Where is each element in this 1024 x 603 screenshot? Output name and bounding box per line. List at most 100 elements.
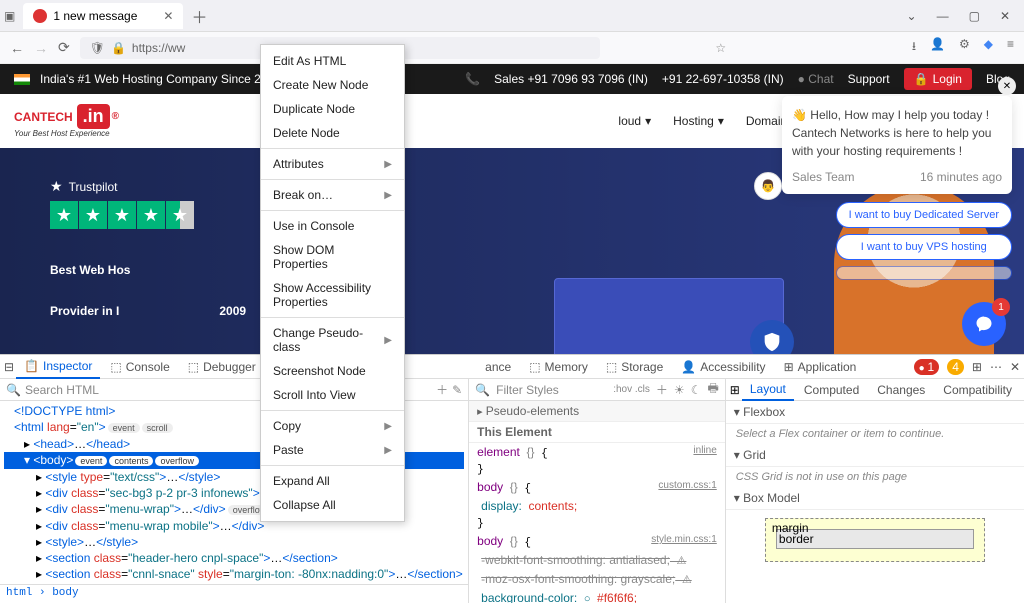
tab-memory[interactable]: ⬚ Memory [521,356,596,378]
menu-icon[interactable]: ≡ [1007,37,1014,58]
notification-badge: 1 [992,298,1010,316]
tab-layout[interactable]: Layout [742,379,794,401]
tab-console[interactable]: ⬚ Console [102,356,177,378]
tab-performance[interactable]: ance [477,356,519,378]
tab-changes[interactable]: Changes [869,380,933,400]
context-menu-item[interactable]: Expand All [261,469,404,493]
context-menu-item[interactable]: Delete Node [261,121,404,145]
chat-option-dedicated[interactable]: I want to buy Dedicated Server [836,202,1012,228]
support-link[interactable]: Support [848,72,890,86]
tab-debugger[interactable]: ⬚ Debugger [180,356,264,378]
url-text: https://ww [132,41,185,55]
minimize-icon[interactable]: — [937,9,949,23]
context-menu-item[interactable]: Show Accessibility Properties [261,276,404,314]
chat-message: 👋 Hello, How may I help you today ! Cant… [792,106,1002,160]
nav-cloud[interactable]: loud ▾ [618,114,651,128]
context-menu-item[interactable]: Edit As HTML [261,49,404,73]
boxmodel-section[interactable]: ▾ Box Model [726,487,1024,510]
chat-launcher[interactable]: 1 [962,302,1006,346]
context-menu-item[interactable]: Break on…▶ [261,183,404,207]
context-menu-item[interactable]: Screenshot Node [261,359,404,383]
india-flag-icon [14,74,30,85]
avatar-icon: 👨 [754,172,782,200]
styles-panel: 🔍 Filter Styles:hov .cls＋☀☾🖶 ▸ Pseudo-el… [469,379,726,603]
announcement-bar: India's #1 Web Hosting Company Since 200… [0,64,1024,94]
tab-computed[interactable]: Computed [796,380,867,400]
new-tab-button[interactable]: ＋ [191,4,207,28]
chat-close-icon[interactable]: ✕ [998,77,1016,95]
layout-tabs: ⊞ Layout Computed Changes Compatibility [726,379,1024,401]
download-icon[interactable]: ⭳ [912,37,916,58]
tab-inspector[interactable]: 📋 Inspector [16,355,100,379]
context-menu-item[interactable]: Scroll Into View [261,383,404,407]
tab-application[interactable]: ⊞ Application [776,356,865,378]
devtools-panel: ⊟ 📋 Inspector ⬚ Console ⬚ Debugger ↑↓ Ne… [0,354,1024,540]
context-menu-item[interactable]: Paste▶ [261,438,404,462]
phone-icon: 📞 [465,72,480,86]
more-icon[interactable]: ⋯ [990,360,1002,374]
styles-filter[interactable]: 🔍 Filter Styles:hov .cls＋☀☾🖶 [469,379,725,401]
responsive-icon[interactable]: ⊞ [972,360,982,374]
nav-hosting[interactable]: Hosting ▾ [673,114,724,128]
this-element-section: This Element [469,422,725,443]
favicon-icon [33,9,47,23]
url-bar: ← → ⟳ 🛡 🔒 https://ww ☆ ⭳ 👤 ⚙ ◆ ≡ [0,32,1024,64]
context-menu-item[interactable]: Use in Console [261,214,404,238]
sidebar-toggle-icon[interactable]: ▣ [4,9,15,23]
panel-toggle-icon[interactable]: ⊞ [730,383,740,397]
devtools-tab-bar: ⊟ 📋 Inspector ⬚ Console ⬚ Debugger ↑↓ Ne… [0,355,1024,379]
context-menu-item[interactable]: Show DOM Properties [261,238,404,276]
account-icon[interactable]: 👤 [930,37,945,58]
back-button[interactable]: ← [10,40,24,56]
dom-breadcrumb[interactable]: html › body [0,584,468,602]
error-count[interactable]: ● 1 [914,359,940,375]
grid-section[interactable]: ▾ Grid [726,444,1024,467]
pseudo-section[interactable]: ▸ Pseudo-elements [469,401,725,422]
tab-accessibility[interactable]: 👤 Accessibility [673,356,773,378]
chat-option-more[interactable] [836,266,1012,280]
warning-count[interactable]: 4 [947,359,964,375]
context-menu-item[interactable]: Attributes▶ [261,152,404,176]
close-icon[interactable]: ✕ [163,9,173,23]
tab-title: 1 new message [53,9,137,23]
context-menu: Edit As HTMLCreate New NodeDuplicate Nod… [260,44,405,522]
lock-icon: 🔒 [111,41,126,55]
chat-link[interactable]: ● Chat [798,72,834,86]
close-window-icon[interactable]: ✕ [1000,9,1010,23]
context-menu-item[interactable]: Copy▶ [261,414,404,438]
browser-tab-bar: ▣ 1 new message ✕ ＋ ⌄ — ▢ ✕ [0,0,1024,32]
extension-icon[interactable]: ⚙ [959,37,970,58]
chat-option-vps[interactable]: I want to buy VPS hosting [836,234,1012,260]
chat-quick-replies: I want to buy Dedicated Server I want to… [836,202,1012,280]
extension2-icon[interactable]: ◆ [984,37,993,58]
close-devtools-icon[interactable]: ✕ [1010,360,1020,374]
flexbox-section[interactable]: ▾ Flexbox [726,401,1024,424]
context-menu-item[interactable]: Change Pseudo-class▶ [261,321,404,359]
forward-button[interactable]: → [34,40,48,56]
announcement-text: India's #1 Web Hosting Company Since 200… [40,72,281,86]
browser-tab[interactable]: 1 new message ✕ [23,3,183,29]
tab-compat[interactable]: Compatibility [935,380,1020,400]
chat-popup: 👋 Hello, How may I help you today ! Cant… [782,96,1012,194]
login-button[interactable]: 🔒 Login [904,68,972,90]
context-menu-item[interactable]: Duplicate Node [261,97,404,121]
bookmark-star-icon[interactable]: ☆ [715,41,726,55]
sales-phone[interactable]: Sales +91 7096 93 7096 (IN) [494,72,648,86]
grid-note: CSS Grid is not in use on this page [726,467,1024,487]
tab-storage[interactable]: ⬚ Storage [598,356,671,378]
context-menu-item[interactable]: Collapse All [261,493,404,517]
phone2[interactable]: +91 22-697-10358 (IN) [662,72,784,86]
box-model-diagram: margin border [765,518,985,562]
maximize-icon[interactable]: ▢ [969,9,980,23]
chevron-down-icon[interactable]: ⌄ [907,9,917,23]
toolbar-icons: ⭳ 👤 ⚙ ◆ ≡ [912,37,1014,58]
context-menu-item[interactable]: Create New Node [261,73,404,97]
logo[interactable]: CANTECH.in® Your Best Host Experience [14,104,119,138]
chat-sender: Sales Team [792,170,854,184]
layout-panel: ⊞ Layout Computed Changes Compatibility … [726,379,1024,603]
window-controls: ⌄ — ▢ ✕ [907,9,1020,23]
reload-button[interactable]: ⟳ [58,39,70,56]
flexbox-note: Select a Flex container or item to conti… [726,424,1024,444]
shield-icon: 🛡 [90,41,105,55]
dock-icon[interactable]: ⊟ [4,360,14,374]
